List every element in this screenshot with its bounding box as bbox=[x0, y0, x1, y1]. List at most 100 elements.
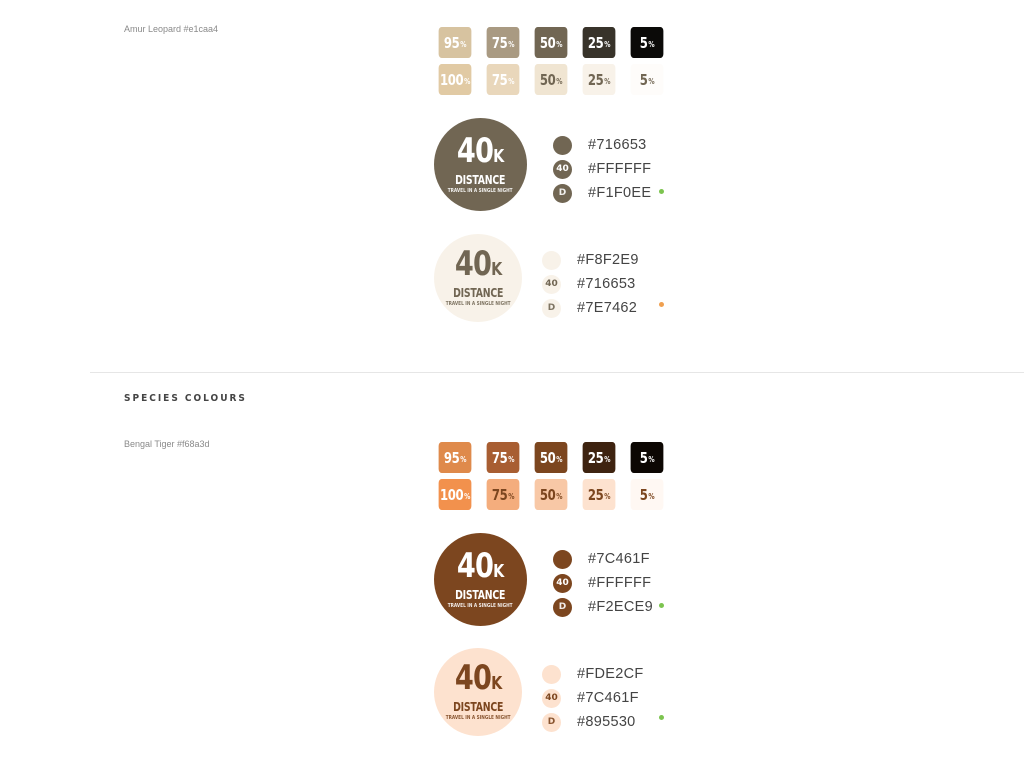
legend-row: 40 #FFFFFF bbox=[553, 157, 651, 181]
leopard-distance-badge-dark: 40K DISTANCE TRAVEL IN A SINGLE NIGHT bbox=[434, 118, 527, 211]
swatch-unit: % bbox=[648, 40, 655, 49]
color-swatch: 25% bbox=[582, 27, 616, 58]
legend-hex-code: #FFFFFF bbox=[588, 161, 652, 177]
color-swatch: 50% bbox=[534, 479, 568, 510]
color-swatch: 100% bbox=[438, 479, 472, 510]
swatch-unit: % bbox=[604, 492, 611, 501]
swatch-unit: % bbox=[556, 40, 563, 49]
legend-color-dot: 40 bbox=[542, 274, 561, 294]
swatch-unit: % bbox=[648, 77, 655, 86]
badge-number: 40K bbox=[457, 134, 504, 173]
legend-hex-code: #716653 bbox=[577, 276, 636, 292]
badge-subtitle: TRAVEL IN A SINGLE NIGHT bbox=[445, 301, 511, 307]
tiger-distance-badge-light: 40K DISTANCE TRAVEL IN A SINGLE NIGHT bbox=[434, 648, 522, 736]
legend-row: D #F1F0EE bbox=[553, 181, 651, 205]
color-swatch: 95% bbox=[438, 442, 472, 473]
legend-row: D #7E7462 bbox=[542, 296, 639, 320]
legend-hex-code: #FFFFFF bbox=[588, 575, 652, 591]
color-swatch: 25% bbox=[582, 479, 616, 510]
swatch-unit: % bbox=[556, 77, 563, 86]
swatch-unit: % bbox=[648, 455, 655, 464]
swatch-unit: % bbox=[464, 77, 470, 86]
legend-row: #7C461F bbox=[553, 547, 653, 571]
swatch-unit: % bbox=[648, 492, 655, 501]
section-divider bbox=[90, 372, 1024, 373]
badge-number: 40K bbox=[457, 549, 504, 588]
tiger-label: Bengal Tiger #f68a3d bbox=[124, 439, 210, 449]
color-swatch: 50% bbox=[534, 442, 568, 473]
leopard-status-dot-light bbox=[659, 302, 664, 307]
legend-color-dot: 40 bbox=[553, 159, 572, 179]
leopard-legend-light: #F8F2E9 40 #716653 D #7E7462 bbox=[542, 248, 639, 320]
legend-color-dot: 40 bbox=[553, 573, 572, 593]
swatch-value: 75 bbox=[491, 70, 508, 89]
swatch-value: 95 bbox=[443, 33, 460, 52]
color-swatch: 50% bbox=[534, 64, 568, 95]
badge-number-suffix: K bbox=[490, 673, 502, 694]
swatch-unit: % bbox=[556, 492, 563, 501]
badge-number-value: 40 bbox=[457, 130, 494, 171]
color-swatch: 5% bbox=[630, 442, 664, 473]
tiger-legend-dark: #7C461F 40 #FFFFFF D #F2ECE9 bbox=[553, 547, 653, 619]
swatch-value: 100 bbox=[440, 70, 464, 89]
leopard-light-swatch-row: 100% 75% 50% 25% 5% bbox=[434, 64, 668, 95]
swatch-unit: % bbox=[604, 77, 611, 86]
swatch-unit: % bbox=[508, 492, 515, 501]
legend-row: D #895530 bbox=[542, 710, 644, 734]
swatch-unit: % bbox=[508, 40, 515, 49]
legend-hex-code: #716653 bbox=[588, 137, 647, 153]
badge-number: 40K bbox=[455, 247, 502, 286]
swatch-unit: % bbox=[460, 455, 467, 464]
legend-hex-code: #FDE2CF bbox=[577, 666, 644, 682]
legend-color-dot: D bbox=[553, 597, 572, 617]
swatch-value: 5 bbox=[639, 485, 648, 504]
swatch-unit: % bbox=[556, 455, 563, 464]
legend-color-dot bbox=[542, 250, 561, 270]
color-swatch: 5% bbox=[630, 479, 664, 510]
color-swatch: 75% bbox=[486, 64, 520, 95]
tiger-light-swatch-row: 100% 75% 50% 25% 5% bbox=[434, 479, 668, 510]
legend-hex-code: #7C461F bbox=[577, 690, 639, 706]
badge-title: DISTANCE bbox=[455, 172, 506, 187]
badge-title: DISTANCE bbox=[452, 286, 504, 300]
swatch-value: 75 bbox=[491, 485, 508, 504]
swatch-value: 25 bbox=[587, 70, 604, 89]
badge-number-suffix: K bbox=[490, 259, 502, 280]
swatch-value: 25 bbox=[587, 33, 604, 52]
color-swatch: 50% bbox=[534, 27, 568, 58]
swatch-value: 95 bbox=[443, 448, 460, 467]
legend-row: D #F2ECE9 bbox=[553, 595, 653, 619]
badge-number-value: 40 bbox=[457, 545, 494, 586]
legend-row: #716653 bbox=[553, 133, 651, 157]
leopard-dark-swatch-row: 95% 75% 50% 25% 5% bbox=[434, 27, 668, 58]
swatch-unit: % bbox=[508, 455, 515, 464]
color-swatch: 75% bbox=[486, 479, 520, 510]
tiger-dark-swatch-row: 95% 75% 50% 25% 5% bbox=[434, 442, 668, 473]
swatch-value: 50 bbox=[539, 33, 556, 52]
legend-row: #FDE2CF bbox=[542, 662, 644, 686]
leopard-label: Amur Leopard #e1caa4 bbox=[124, 24, 219, 34]
species-colours-title: SPECIES COLOURS bbox=[124, 393, 247, 404]
swatch-unit: % bbox=[508, 77, 515, 86]
color-swatch: 95% bbox=[438, 27, 472, 58]
swatch-value: 100 bbox=[440, 485, 464, 504]
legend-hex-code: #7C461F bbox=[588, 551, 650, 567]
swatch-value: 5 bbox=[639, 70, 648, 89]
color-swatch: 5% bbox=[630, 64, 664, 95]
badge-subtitle: TRAVEL IN A SINGLE NIGHT bbox=[448, 602, 513, 609]
legend-hex-code: #895530 bbox=[577, 714, 636, 730]
color-swatch: 75% bbox=[486, 27, 520, 58]
color-swatch: 25% bbox=[582, 64, 616, 95]
swatch-value: 25 bbox=[587, 448, 604, 467]
swatch-value: 50 bbox=[539, 70, 556, 89]
leopard-distance-badge-light: 40K DISTANCE TRAVEL IN A SINGLE NIGHT bbox=[434, 234, 522, 322]
color-swatch: 5% bbox=[630, 27, 664, 58]
badge-number: 40K bbox=[455, 661, 502, 700]
badge-title: DISTANCE bbox=[455, 587, 506, 602]
legend-row: 40 #FFFFFF bbox=[553, 571, 653, 595]
legend-row: #F8F2E9 bbox=[542, 248, 639, 272]
leopard-status-dot-dark bbox=[659, 189, 664, 194]
swatch-value: 75 bbox=[491, 448, 508, 467]
swatch-value: 50 bbox=[539, 485, 556, 504]
swatch-value: 50 bbox=[539, 448, 556, 467]
